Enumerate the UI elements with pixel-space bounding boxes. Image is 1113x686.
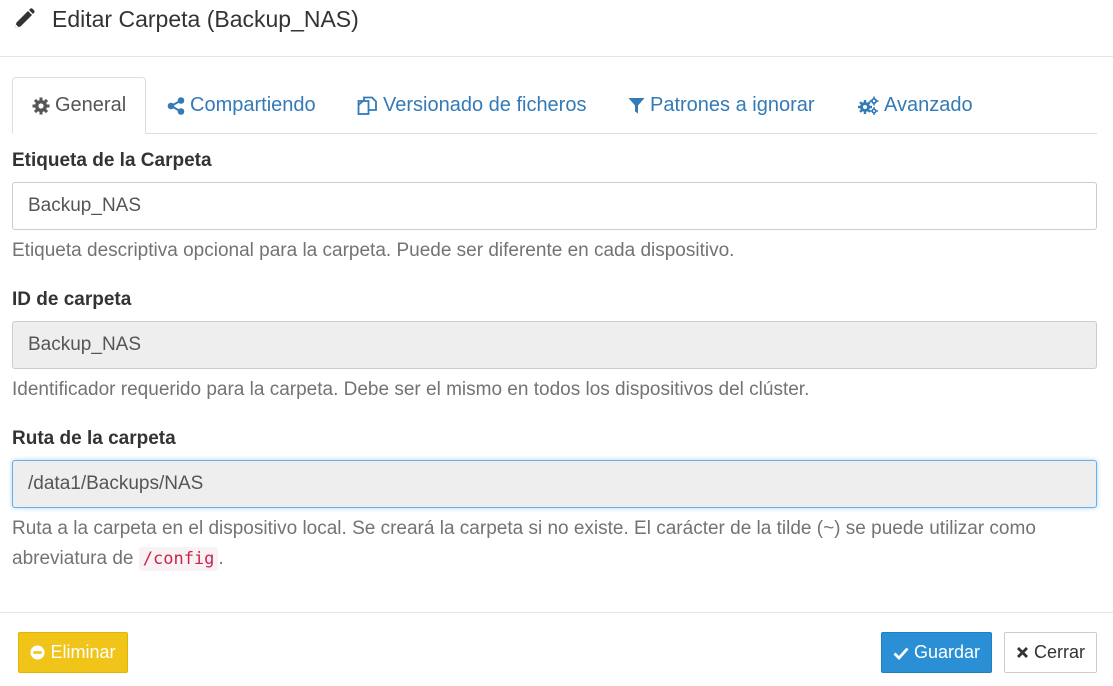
tab-general-label: General — [55, 94, 127, 116]
dialog-footer: Eliminar Guardar Cerrar — [0, 612, 1113, 686]
save-button[interactable]: Guardar — [881, 632, 992, 673]
minus-circle-icon — [30, 645, 46, 660]
delete-button-label: Eliminar — [50, 642, 116, 662]
tab-sharing-label: Compartiendo — [190, 94, 316, 116]
pencil-icon — [15, 8, 35, 28]
dialog-title: Editar Carpeta (Backup_NAS) — [52, 5, 359, 32]
delete-button[interactable]: Eliminar — [18, 632, 128, 673]
tab-advanced-label: Avanzado — [884, 94, 973, 116]
tab-versioning-label: Versionado de ficheros — [383, 94, 587, 116]
folder-path-input[interactable]: /data1/Backups/NAS — [12, 460, 1097, 508]
share-icon — [167, 96, 185, 115]
folder-id-title: ID de carpeta — [12, 289, 132, 310]
folder-label-input[interactable]: Backup_NAS — [12, 182, 1097, 230]
filter-icon — [628, 97, 645, 113]
tab-sharing[interactable]: Compartiendo — [167, 77, 316, 134]
files-icon — [357, 96, 377, 115]
tab-ignore-patterns[interactable]: Patrones a ignorar — [628, 77, 815, 134]
tab-advanced[interactable]: Avanzado — [857, 77, 973, 134]
folder-label-help: Etiqueta descriptiva opcional para la ca… — [12, 240, 735, 261]
close-button-label: Cerrar — [1033, 642, 1085, 662]
save-button-label: Guardar — [913, 642, 981, 662]
tab-ignore-patterns-label: Patrones a ignorar — [650, 94, 815, 116]
tab-general[interactable]: General — [12, 77, 147, 134]
folder-path-title: Ruta de la carpeta — [12, 428, 176, 449]
close-icon — [1016, 647, 1028, 658]
tab-bar: General Compartiendo Versionado de fiche… — [12, 77, 1097, 134]
folder-path-help-end: . — [218, 548, 224, 569]
folder-label-title: Etiqueta de la Carpeta — [12, 150, 212, 171]
folder-id-help: Identificador requerido para la carpeta.… — [12, 379, 810, 400]
check-icon — [893, 647, 909, 660]
tab-versioning[interactable]: Versionado de ficheros — [357, 77, 586, 134]
config-code: /config — [138, 547, 219, 571]
close-button[interactable]: Cerrar — [1004, 632, 1097, 673]
folder-id-input: Backup_NAS — [12, 321, 1097, 369]
cogs-icon — [858, 96, 879, 115]
folder-path-help: Ruta a la carpeta en el dispositivo loca… — [12, 514, 1103, 574]
gear-icon — [32, 97, 50, 114]
dialog-header: Editar Carpeta (Backup_NAS) — [0, 0, 1113, 57]
